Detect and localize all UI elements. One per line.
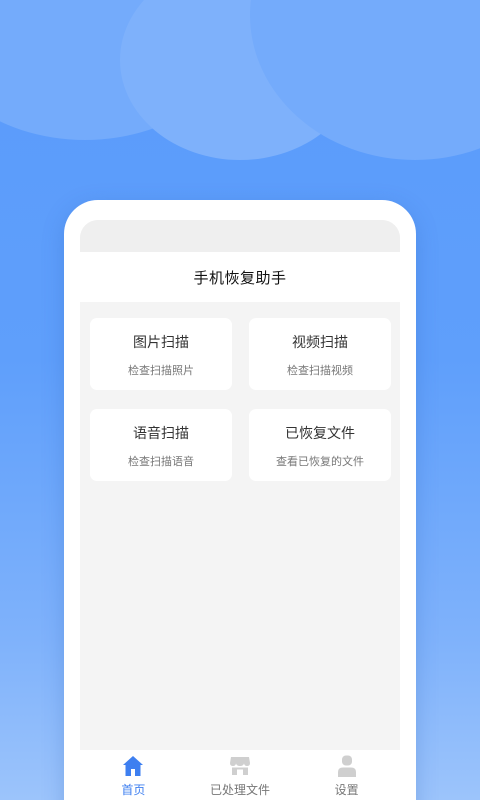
user-icon: [337, 755, 356, 777]
tab-home[interactable]: 首页: [80, 750, 187, 800]
card-video-scan[interactable]: 视频扫描 检查扫描视频: [249, 318, 391, 390]
card-title: 语音扫描: [133, 426, 189, 442]
card-title: 已恢复文件: [285, 426, 355, 442]
tab-label: 已处理文件: [210, 783, 271, 797]
card-title: 图片扫描: [133, 335, 189, 351]
page-title: 手机恢复助手: [193, 268, 287, 287]
home-icon: [123, 756, 144, 776]
card-image-scan[interactable]: 图片扫描 检查扫描照片: [90, 318, 232, 390]
card-title: 视频扫描: [292, 335, 348, 351]
tab-label: 设置: [334, 783, 359, 797]
card-subtitle: 检查扫描视频: [287, 364, 353, 377]
card-voice-scan[interactable]: 语音扫描 检查扫描语音: [90, 409, 232, 481]
bottom-tab-bar: 首页 已处理文件 设置: [80, 750, 400, 800]
tab-processed-files[interactable]: 已处理文件: [187, 750, 294, 800]
card-subtitle: 查看已恢复的文件: [276, 455, 364, 468]
app-screen: 手机恢复助手 图片扫描 检查扫描照片 视频扫描 检查扫描视频 语音扫描 检查扫描…: [80, 220, 400, 800]
card-recovered-files[interactable]: 已恢复文件 查看已恢复的文件: [249, 409, 391, 481]
status-bar: [80, 220, 400, 252]
promo-background: 手机恢复助手 图片扫描 检查扫描照片 视频扫描 检查扫描视频 语音扫描 检查扫描…: [0, 0, 480, 800]
card-subtitle: 检查扫描语音: [128, 455, 194, 468]
store-icon: [230, 757, 250, 775]
card-subtitle: 检查扫描照片: [128, 364, 194, 377]
tab-settings[interactable]: 设置: [293, 750, 400, 800]
tab-label: 首页: [121, 783, 146, 797]
app-header: 手机恢复助手: [80, 252, 400, 302]
